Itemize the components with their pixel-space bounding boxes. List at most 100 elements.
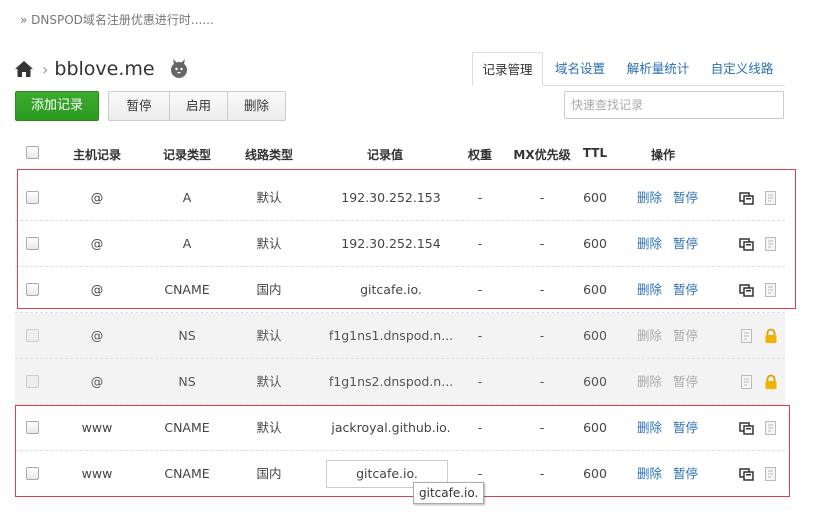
header-value: 记录值	[366, 148, 403, 162]
copy-icon[interactable]	[739, 190, 755, 206]
header-line: 线路类型	[244, 148, 293, 162]
cell-weight: -	[477, 328, 483, 343]
value-tooltip: gitcafe.io.	[413, 482, 485, 504]
table-row: www CNAME 默认 jackroyal.github.io. - - 600 删除 暂停	[15, 405, 785, 451]
cell-mx: -	[539, 420, 545, 435]
row-icons	[739, 235, 779, 253]
cell-type: CNAME	[164, 466, 210, 481]
cell-ttl: 600	[583, 420, 607, 435]
cell-value[interactable]: jackroyal.github.io.	[325, 405, 457, 451]
cell-line: 默认	[256, 328, 282, 343]
row-actions: 删除 暂停	[637, 313, 717, 359]
tab-domain-settings[interactable]: 域名设置	[544, 52, 616, 86]
note-icon[interactable]	[763, 236, 779, 252]
tab-custom-lines[interactable]: 自定义线路	[703, 52, 781, 86]
delete-link: 删除	[637, 374, 663, 389]
note-icon[interactable]	[763, 282, 779, 298]
delete-link[interactable]: 删除	[637, 190, 662, 205]
delete-link[interactable]: 删除	[637, 282, 662, 297]
breadcrumb-separator: ›	[42, 59, 49, 79]
delete-link[interactable]: 删除	[637, 236, 662, 251]
table-row: @ A 默认 192.30.252.153 - - 600 删除 暂停	[15, 175, 785, 221]
delete-link[interactable]: 删除	[637, 466, 662, 481]
copy-icon[interactable]	[739, 466, 755, 482]
cell-mx: -	[539, 236, 545, 251]
cell-type: A	[182, 236, 192, 251]
cell-host: www	[81, 466, 113, 481]
row-actions: 删除 暂停	[637, 267, 717, 313]
domain-tabs: 记录管理 域名设置 解析量统计 自定义线路	[472, 52, 785, 86]
row-icons	[739, 419, 779, 437]
cell-line: 国内	[256, 282, 282, 297]
cell-value: f1g1ns1.dnspod.n...	[328, 328, 454, 343]
header-weight: 权重	[467, 148, 492, 162]
cell-mx: -	[539, 466, 545, 481]
pause-link: 暂停	[673, 374, 699, 389]
row-checkbox[interactable]	[25, 467, 39, 481]
table-row: @ A 默认 192.30.252.154 - - 600 删除 暂停	[15, 221, 785, 267]
row-checkbox[interactable]	[25, 421, 39, 435]
cell-host: @	[90, 282, 104, 297]
cell-weight: -	[477, 190, 483, 205]
cell-value[interactable]: gitcafe.io.	[325, 267, 457, 313]
cell-ttl: 600	[583, 282, 607, 297]
cell-type: NS	[178, 328, 196, 343]
note-icon[interactable]	[763, 190, 779, 206]
cell-host: @	[90, 190, 104, 205]
cell-ttl: 600	[583, 328, 607, 343]
cell-mx: -	[539, 374, 545, 389]
cell-line: 默认	[256, 190, 282, 205]
cell-ttl: 600	[583, 374, 607, 389]
copy-icon[interactable]	[739, 282, 755, 298]
cell-line: 默认	[256, 420, 282, 435]
pause-button[interactable]: 暂停	[109, 92, 169, 120]
home-icon[interactable]	[14, 59, 34, 79]
pause-link[interactable]: 暂停	[673, 236, 698, 251]
pause-link[interactable]: 暂停	[673, 466, 698, 481]
note-icon[interactable]	[763, 466, 779, 482]
promo-notice[interactable]: » DNSPOD域名注册优惠进行时......	[20, 11, 214, 28]
row-icons	[739, 281, 779, 299]
copy-icon[interactable]	[739, 236, 755, 252]
cell-weight: -	[477, 420, 483, 435]
cell-weight: -	[477, 282, 483, 297]
search-input[interactable]	[564, 91, 784, 119]
note-icon[interactable]	[739, 328, 755, 344]
cell-value[interactable]: 192.30.252.153	[325, 175, 457, 221]
row-checkbox[interactable]	[25, 191, 39, 205]
delete-link[interactable]: 删除	[637, 420, 662, 435]
cell-type: NS	[178, 374, 196, 389]
row-checkbox[interactable]	[25, 283, 39, 297]
row-actions: 删除 暂停	[637, 175, 717, 221]
tab-resolution-stats[interactable]: 解析量统计	[619, 52, 697, 86]
pause-link[interactable]: 暂停	[673, 190, 698, 205]
cell-host: @	[90, 374, 104, 389]
note-icon[interactable]	[739, 374, 755, 390]
rabbit-icon[interactable]	[169, 59, 189, 79]
copy-icon[interactable]	[739, 420, 755, 436]
delete-button[interactable]: 删除	[227, 92, 285, 120]
cell-host: @	[90, 236, 104, 251]
cell-host: @	[90, 328, 104, 343]
pause-link[interactable]: 暂停	[673, 282, 698, 297]
note-icon[interactable]	[763, 420, 779, 436]
cell-host: www	[81, 420, 113, 435]
header-ttl: TTL	[582, 146, 608, 160]
table-header: 主机记录 记录类型 线路类型 记录值 权重 MX优先级 TTL 操作	[15, 138, 785, 168]
enable-button[interactable]: 启用	[169, 92, 227, 120]
cell-line: 默认	[256, 236, 282, 251]
cell-type: CNAME	[164, 420, 210, 435]
tab-record-management[interactable]: 记录管理	[472, 52, 543, 86]
add-record-button[interactable]: 添加记录	[15, 91, 99, 121]
row-checkbox	[25, 329, 39, 343]
pause-link[interactable]: 暂停	[673, 420, 698, 435]
cell-type: CNAME	[164, 282, 210, 297]
header-host: 主机记录	[72, 148, 121, 162]
select-all-checkbox[interactable]	[25, 146, 39, 162]
header-type: 记录类型	[162, 148, 211, 162]
cell-line: 国内	[256, 466, 282, 481]
cell-value[interactable]: 192.30.252.154	[325, 221, 457, 267]
pause-link: 暂停	[673, 328, 699, 343]
row-checkbox[interactable]	[25, 237, 39, 251]
cell-type: A	[182, 190, 192, 205]
